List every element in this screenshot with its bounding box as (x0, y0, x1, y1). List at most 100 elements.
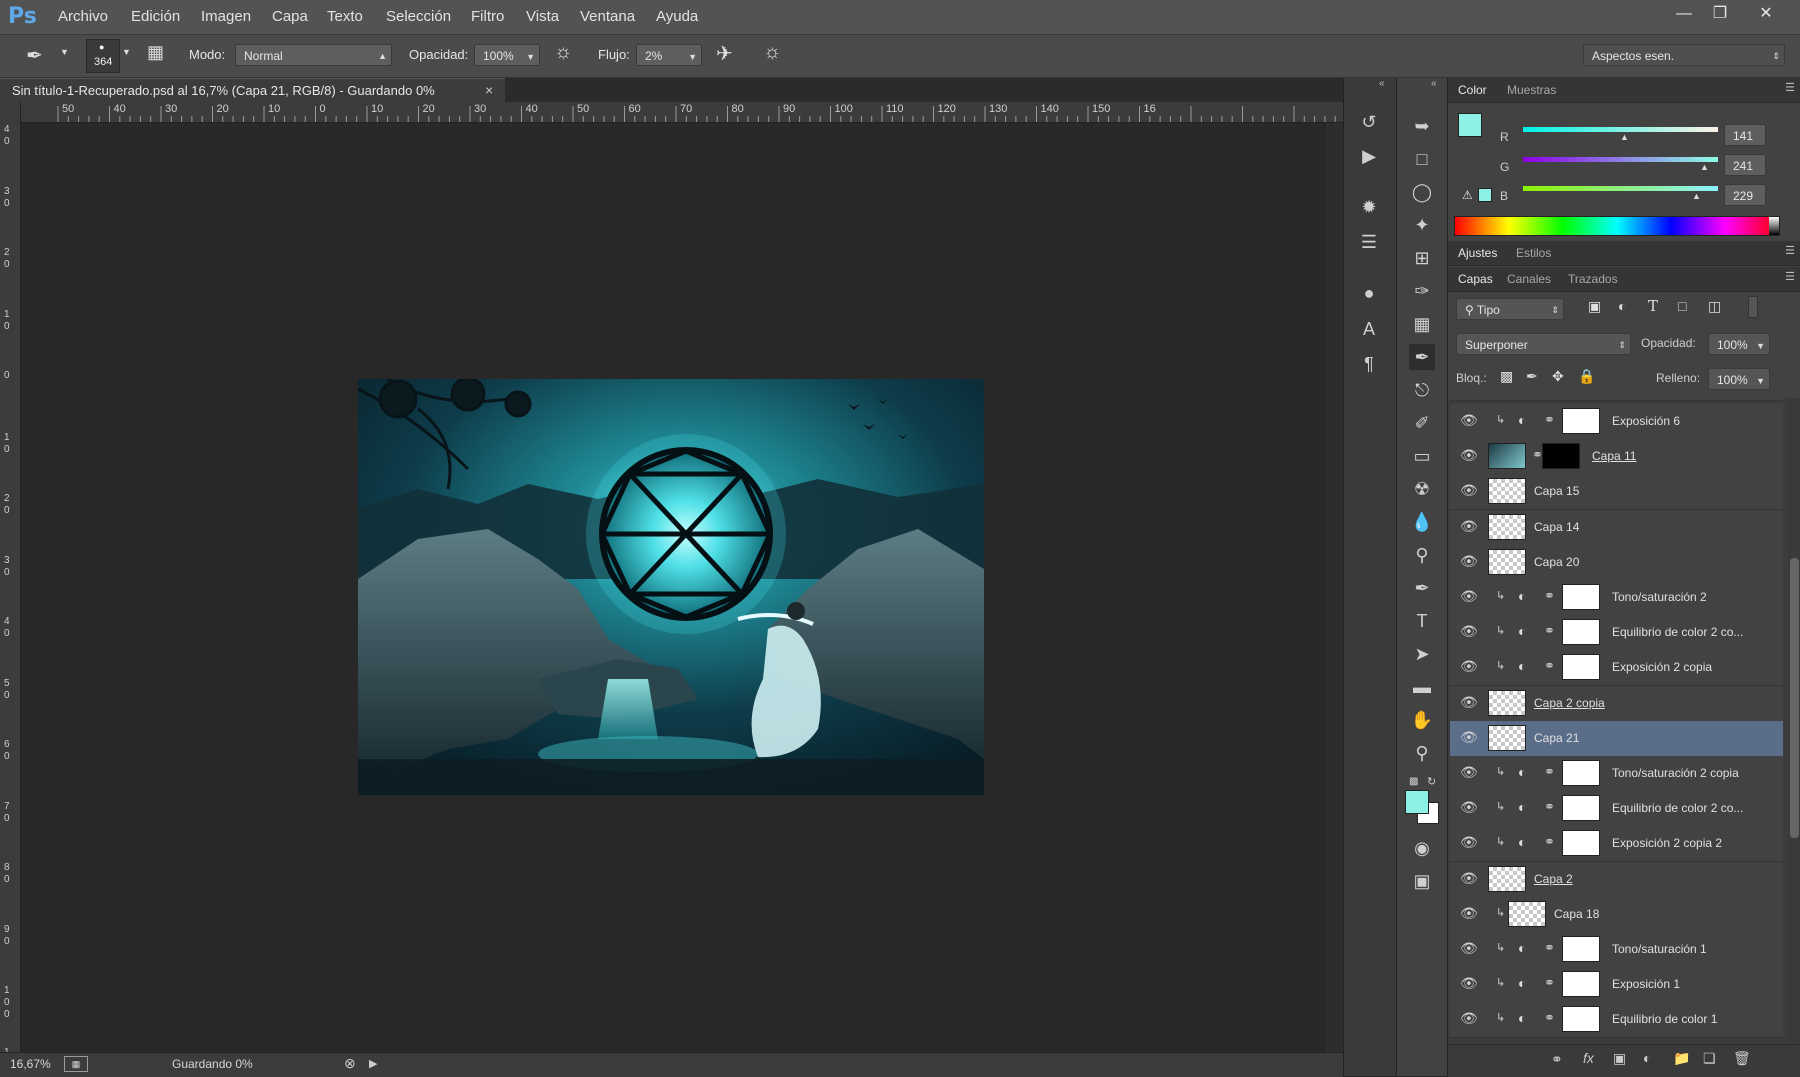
visibility-eye-icon[interactable]: 👁 (1460, 623, 1480, 641)
visibility-eye-icon[interactable]: 👁 (1460, 412, 1480, 430)
tool-preset-dropdown-icon[interactable]: ▼ (60, 47, 69, 57)
g-slider[interactable] (1523, 157, 1718, 162)
pressure-opacity-icon[interactable]: ☼ (554, 41, 572, 64)
zoom-preview-icon[interactable]: ▦ (64, 1056, 88, 1072)
rectangle-tool-icon[interactable]: ▬ (1409, 674, 1435, 700)
brush-settings-icon[interactable]: ✹ (1356, 194, 1382, 220)
layer-row[interactable]: 👁 Capa 20 (1450, 544, 1783, 581)
layer-row[interactable]: 👁 Capa 14 (1450, 509, 1783, 546)
tab-estilos[interactable]: Estilos (1516, 246, 1551, 260)
layer-name[interactable]: Capa 11 (1592, 449, 1636, 463)
minimize-icon[interactable]: — (1666, 2, 1702, 26)
lock-transparent-icon[interactable]: ▩ (1500, 368, 1513, 385)
layer-thumbnail[interactable] (1488, 443, 1526, 470)
layer-mask-thumbnail[interactable] (1562, 830, 1600, 857)
pen-tool-icon[interactable]: ✒ (1409, 575, 1435, 601)
tab-color[interactable]: Color (1458, 83, 1487, 97)
layer-name[interactable]: Exposición 6 (1612, 414, 1680, 428)
lasso-tool-icon[interactable]: ◯ (1409, 179, 1435, 205)
brush-presets-icon[interactable]: ☰ (1356, 229, 1382, 255)
menu-archivo[interactable]: Archivo (58, 8, 108, 25)
layer-row[interactable]: 👁 ↳ ◐ ⚭ Exposición 6 (1450, 404, 1783, 440)
b-slider[interactable] (1523, 186, 1718, 191)
layer-name[interactable]: Exposición 1 (1612, 977, 1680, 991)
workspace-select[interactable]: Aspectos esen. ⇕ (1583, 44, 1785, 66)
collapse-strip-icon[interactable]: « (1379, 78, 1385, 89)
layer-row[interactable]: 👁 ↳ ◐ ⚭ Exposición 1 (1450, 967, 1783, 1004)
g-slider-thumb-icon[interactable]: ▲ (1700, 162, 1709, 172)
history-brush-tool-icon[interactable]: ✐ (1409, 410, 1435, 436)
layer-mask-thumbnail[interactable] (1542, 443, 1580, 470)
layer-row[interactable]: 👁 ↳ ◐ ⚭ Equilibrio de color 1 (1450, 1002, 1783, 1039)
menu-vista[interactable]: Vista (526, 8, 559, 25)
r-slider-thumb-icon[interactable]: ▲ (1620, 132, 1629, 142)
document-canvas[interactable] (358, 379, 984, 795)
actions-play-icon[interactable]: ▶ (1356, 143, 1382, 169)
delete-layer-icon[interactable]: 🗑 (1733, 1050, 1751, 1067)
layer-name[interactable]: Capa 2 copia (1534, 696, 1605, 710)
menu-seleccion[interactable]: Selección (386, 8, 451, 25)
visibility-eye-icon[interactable]: 👁 (1460, 729, 1480, 747)
layer-name[interactable]: Exposición 2 copia (1612, 660, 1712, 674)
mode-select[interactable]: Normal ▲ (235, 44, 392, 66)
filter-smart-object-icon[interactable]: ◫ (1708, 298, 1721, 315)
canvas-area[interactable] (21, 123, 1324, 1052)
new-layer-icon[interactable]: ❏ (1703, 1050, 1716, 1067)
tab-muestras[interactable]: Muestras (1507, 83, 1556, 97)
layer-row[interactable]: 👁 ↳ ◐ ⚭ Exposición 2 copia (1450, 650, 1783, 687)
layer-thumbnail[interactable] (1488, 478, 1526, 505)
filter-type-icon[interactable]: T (1648, 297, 1658, 315)
layer-mask-thumbnail[interactable] (1562, 795, 1600, 822)
layer-name[interactable]: Tono/saturación 2 copia (1612, 766, 1739, 780)
lock-all-icon[interactable]: 🔒 (1578, 368, 1595, 385)
menu-edicion[interactable]: Edición (131, 8, 180, 25)
close-tab-icon[interactable]: × (485, 82, 493, 98)
layer-name[interactable]: Tono/saturación 1 (1612, 942, 1707, 956)
visibility-eye-icon[interactable]: 👁 (1460, 588, 1480, 606)
blur-tool-icon[interactable]: 💧 (1409, 509, 1435, 535)
menu-ventana[interactable]: Ventana (580, 8, 635, 25)
layer-row[interactable]: 👁 ↳ ◐ ⚭ Tono/saturación 1 (1450, 932, 1783, 968)
clone-source-icon[interactable]: ● (1356, 280, 1382, 306)
visibility-eye-icon[interactable]: 👁 (1460, 940, 1480, 958)
r-field[interactable]: 141 (1724, 124, 1766, 146)
layer-row[interactable]: 👁 Capa 15 (1450, 474, 1783, 511)
fill-dropdown-icon[interactable]: ▼ (1756, 370, 1765, 392)
opacity-dropdown-icon[interactable]: ▼ (526, 46, 535, 68)
chain-link-icon[interactable]: ⚭ (1544, 975, 1555, 991)
visibility-eye-icon[interactable]: 👁 (1460, 975, 1480, 993)
layer-name[interactable]: Equilibrio de color 1 (1612, 1012, 1717, 1026)
layer-row[interactable]: 👁 ↳ ◐ ⚭ Tono/saturación 2 copia (1450, 756, 1783, 792)
layer-name[interactable]: Equilibrio de color 2 co... (1612, 801, 1743, 815)
marquee-tool-icon[interactable]: □ (1409, 146, 1435, 172)
layer-name[interactable]: Equilibrio de color 2 co... (1612, 625, 1743, 639)
layer-thumbnail[interactable] (1508, 900, 1546, 927)
chain-link-icon[interactable]: ⚭ (1544, 764, 1555, 780)
tab-trazados[interactable]: Trazados (1568, 272, 1618, 286)
lock-position-icon[interactable]: ✥ (1552, 368, 1564, 385)
visibility-eye-icon[interactable]: 👁 (1460, 799, 1480, 817)
pressure-size-icon[interactable]: ☼ (763, 41, 781, 64)
visibility-eye-icon[interactable]: 👁 (1460, 518, 1480, 536)
layer-mask-thumbnail[interactable] (1562, 408, 1600, 434)
g-field[interactable]: 241 (1724, 154, 1766, 176)
brush-picker-chevron-icon[interactable]: ▼ (122, 47, 131, 57)
chain-link-icon[interactable]: ⚭ (1544, 940, 1555, 956)
airbrush-icon[interactable]: ✈ (716, 41, 733, 66)
out-of-gamut-warning-icon[interactable]: ⚠ (1462, 188, 1473, 202)
healing-brush-tool-icon[interactable]: ▦ (1409, 311, 1435, 337)
visibility-eye-icon[interactable]: 👁 (1460, 658, 1480, 676)
filter-adjustment-icon[interactable]: ◐ (1618, 298, 1626, 314)
menu-capa[interactable]: Capa (272, 8, 308, 25)
menu-ayuda[interactable]: Ayuda (656, 8, 698, 25)
hand-tool-icon[interactable]: ✋ (1409, 707, 1435, 733)
brush-panel-toggle-icon[interactable]: ▦ (147, 42, 164, 63)
layer-style-icon[interactable]: fx (1583, 1050, 1594, 1066)
visibility-eye-icon[interactable]: 👁 (1460, 905, 1480, 923)
quick-mask-icon[interactable]: ◉ (1409, 835, 1435, 861)
layer-name[interactable]: Capa 2 (1534, 872, 1573, 886)
screen-mode-icon[interactable]: ▣ (1409, 868, 1435, 894)
filter-shape-icon[interactable]: □ (1678, 298, 1686, 314)
fill-field[interactable]: 100% ▼ (1708, 368, 1770, 390)
tab-canales[interactable]: Canales (1507, 272, 1551, 286)
